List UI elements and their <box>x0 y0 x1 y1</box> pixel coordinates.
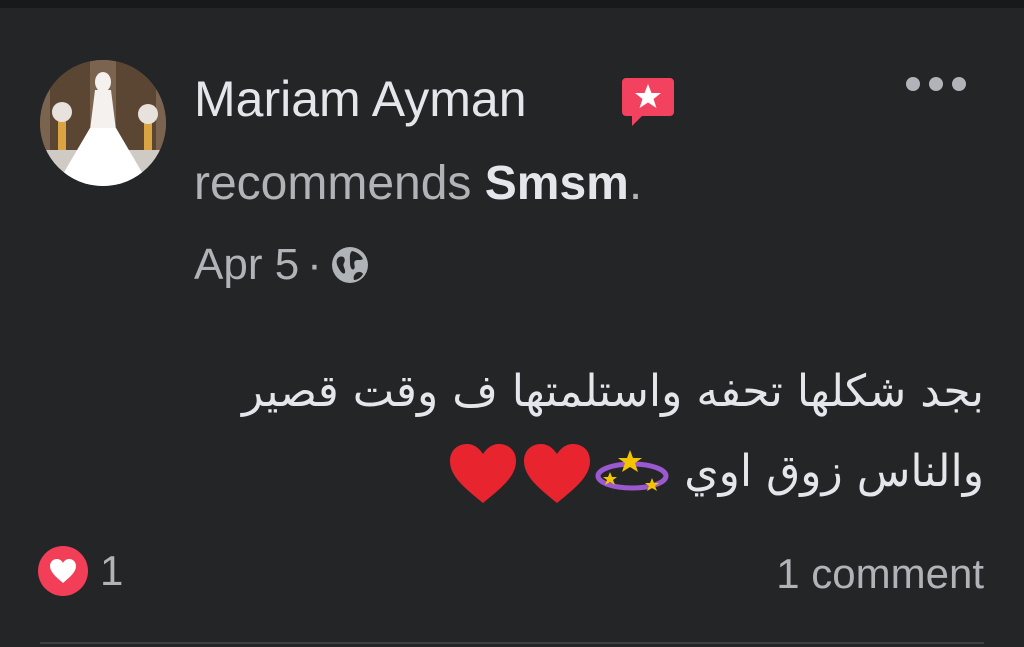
recommends-text: recommends <box>194 157 472 210</box>
post-meta: Apr 5 · <box>194 240 370 290</box>
avatar-photo <box>40 60 166 186</box>
top-strip <box>0 0 1024 8</box>
red-heart-emoji <box>524 444 591 503</box>
post-text-line-1: بجد شكلها تحفه واستلمتها ف وقت قصير <box>241 366 984 417</box>
post-date[interactable]: Apr 5 <box>194 240 299 290</box>
page-name-link[interactable]: Smsm <box>485 157 629 210</box>
comments-count-link[interactable]: 1 comment <box>776 550 984 598</box>
post-text-line-2-wrapper: والناس زوق اوي <box>84 432 984 512</box>
more-options-icon[interactable] <box>906 72 966 96</box>
author-avatar[interactable] <box>40 60 166 186</box>
globe-icon <box>330 245 370 285</box>
divider <box>40 642 984 644</box>
more-dot <box>906 77 920 91</box>
reaction-count: 1 <box>100 547 124 594</box>
more-dot <box>929 77 943 91</box>
sentence-period: . <box>628 157 643 210</box>
recommendation-line: recommends Smsm. <box>194 156 642 211</box>
emoji-group <box>446 441 670 507</box>
recommendation-badge-icon <box>620 74 676 135</box>
dizzy-stars-emoji <box>595 450 669 491</box>
more-dot <box>952 77 966 91</box>
post-text-line-2: والناس زوق اوي <box>684 446 984 497</box>
heart-icon <box>38 546 88 596</box>
author-name[interactable]: Mariam Ayman <box>194 70 527 128</box>
red-heart-emoji <box>450 444 517 503</box>
meta-separator: · <box>307 240 322 289</box>
post-text: بجد شكلها تحفه واستلمتها ف وقت قصير والن… <box>84 352 984 512</box>
reactions-summary[interactable]: 1 <box>38 546 123 596</box>
